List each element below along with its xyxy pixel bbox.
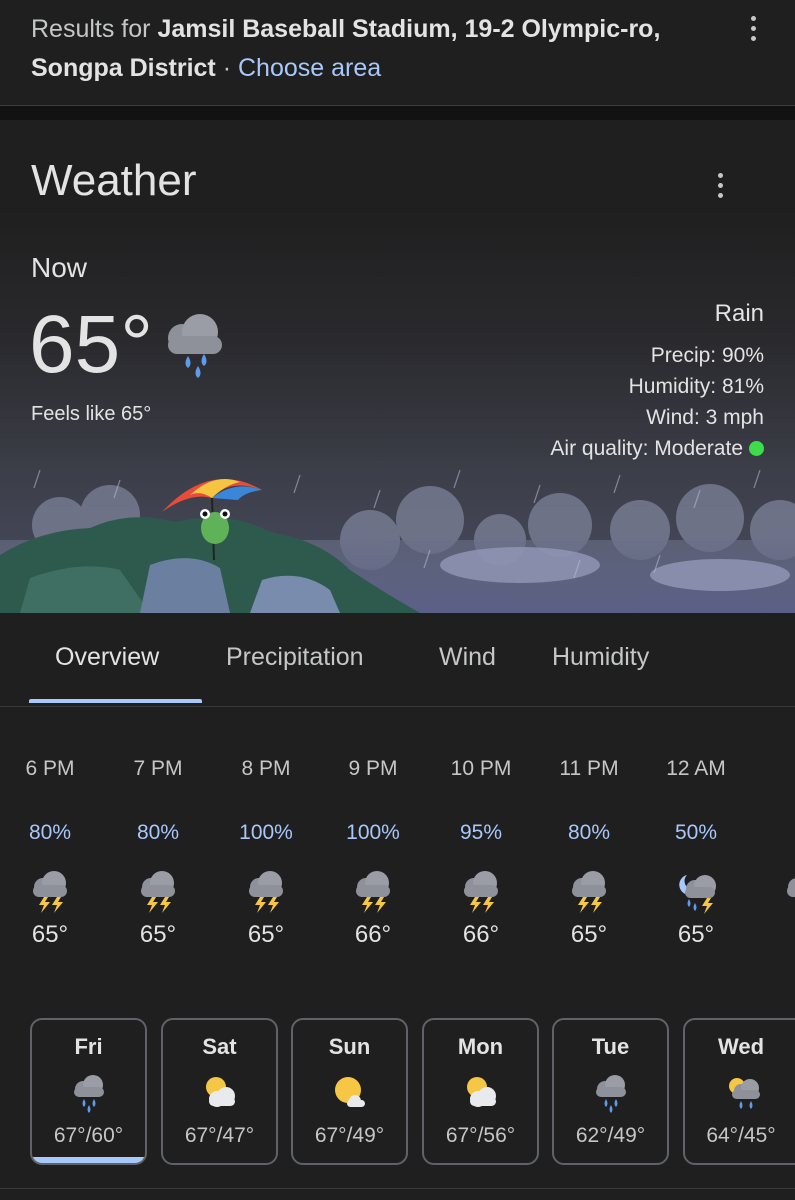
current-temperature: 65° (29, 299, 154, 390)
day-temp-range: 62°/49° (575, 1124, 646, 1147)
hourly-item: 12 AM 50% 65° (642, 757, 750, 949)
hour-time: 6 PM (25, 757, 75, 780)
rain-scene-illustration (0, 470, 795, 613)
hour-precip: 80% (567, 821, 611, 844)
day-name: Fri (74, 1034, 103, 1059)
results-separator: · (222, 54, 232, 82)
tab-overview[interactable]: Overview (55, 643, 159, 672)
results-prefix: Results for (31, 15, 151, 43)
partly-cloudy-icon (205, 1077, 235, 1107)
hourly-item: 6 PM 80% 65° (0, 757, 104, 949)
weather-title: Weather (31, 156, 197, 205)
hour-temp: 65° (247, 921, 285, 948)
thunderstorm-icon (249, 871, 283, 913)
hour-time: 9 PM (348, 757, 398, 780)
sun-rain-cloud-icon (729, 1078, 760, 1109)
rain-cloud-icon (595, 1075, 626, 1113)
hourly-item: 11 PM 80% 65° (535, 757, 643, 949)
weather-more-options-icon[interactable] (705, 165, 735, 205)
rain-cloud-icon (168, 314, 222, 378)
hour-precip: 100% (239, 821, 293, 844)
day-temp-range: 67°/56° (445, 1124, 516, 1147)
hourly-item: 8 PM 100% 65° (212, 757, 320, 949)
hourly-forecast[interactable]: 6 PM 80% 65° 7 PM 80% 65° 8 PM 100% 65° … (0, 757, 795, 1017)
day-card-sat[interactable]: Sat 67°/47° (161, 1018, 278, 1165)
hour-time: 11 PM (559, 757, 619, 780)
day-temp-range: 67°/60° (53, 1124, 124, 1147)
day-name: Tue (591, 1034, 630, 1059)
day-name: Sun (328, 1034, 371, 1059)
day-temp-range: 64°/45° (706, 1124, 776, 1147)
day-card-mon[interactable]: Mon 67°/56° (422, 1018, 539, 1165)
hour-temp: 66° (354, 921, 392, 948)
hour-precip: 50% (674, 821, 718, 844)
day-temp-range: 67°/49° (314, 1124, 385, 1147)
tab-precipitation[interactable]: Precipitation (226, 643, 364, 672)
hourly-item: 7 PM 80% 65° (104, 757, 212, 949)
hour-time: 7 PM (133, 757, 183, 780)
hour-time: 12 AM (666, 757, 726, 780)
day-card-fri[interactable]: Fri 67°/60° (30, 1018, 147, 1165)
thunderstorm-icon (464, 871, 498, 913)
hour-precip: 80% (136, 821, 180, 844)
hour-time: 1 (750, 757, 795, 787)
results-location-text: Results for Jamsil Baseball Stadium, 19-… (31, 10, 731, 88)
results-bar: Results for Jamsil Baseball Stadium, 19-… (0, 0, 795, 106)
thunderstorm-icon (787, 878, 795, 897)
day-temp-range: 67°/47° (184, 1124, 255, 1147)
weather-hero: Weather Now 65° Feels like 65° Rain Prec… (0, 120, 795, 613)
feels-like: Feels like 65° (31, 403, 152, 425)
air-quality-row[interactable]: Air quality: Moderate (550, 433, 764, 464)
hour-temp: 65° (677, 921, 715, 948)
results-more-options-icon[interactable] (738, 8, 768, 48)
conditions-panel: Rain Precip: 90% Humidity: 81% Wind: 3 m… (550, 300, 764, 464)
weather-card: Weather Now 65° Feels like 65° Rain Prec… (0, 120, 795, 1200)
day-name: Sat (202, 1034, 237, 1059)
hour-precip: 95% (459, 821, 503, 844)
air-quality-value: Air quality: Moderate (550, 437, 743, 460)
thunderstorm-icon (33, 871, 67, 913)
hour-time: 8 PM (241, 757, 291, 780)
hourly-item: 1 4 6 (750, 757, 795, 949)
selected-day-indicator (32, 1157, 145, 1163)
day-name: Wed (717, 1034, 765, 1059)
tab-wind[interactable]: Wind (439, 643, 496, 672)
hour-temp: 66° (462, 921, 500, 948)
now-label: Now (31, 252, 88, 283)
condition-label: Rain (714, 300, 764, 327)
hourly-item: 10 PM 95% 66° (427, 757, 535, 949)
hour-precip: 100% (346, 821, 400, 844)
mostly-sunny-icon (334, 1077, 365, 1107)
day-card-sun[interactable]: Sun 67°/49° (291, 1018, 408, 1165)
hour-precip: 4 (750, 821, 795, 851)
humidity-value: Humidity: 81% (628, 375, 764, 398)
night-rain-thunder-icon (679, 875, 716, 914)
hour-precip: 80% (28, 821, 72, 844)
hour-time: 10 PM (450, 757, 512, 780)
wind-value: Wind: 3 mph (646, 406, 764, 429)
bottom-divider (0, 1188, 795, 1189)
thunderstorm-icon (141, 871, 175, 913)
air-quality-dot-icon (749, 441, 764, 456)
hour-temp: 65° (31, 921, 69, 948)
partly-cloudy-icon (466, 1077, 496, 1107)
hour-temp: 65° (139, 921, 177, 948)
weather-tabs: Overview Precipitation Wind Humidity (0, 613, 795, 707)
day-card-wed[interactable]: Wed 64°/45° (683, 1018, 795, 1165)
hour-temp: 6 (750, 921, 795, 949)
hour-temp: 65° (570, 921, 608, 948)
day-name: Mon (457, 1034, 504, 1059)
choose-area-link[interactable]: Choose area (238, 54, 381, 82)
section-divider (0, 106, 795, 120)
hourly-item: 9 PM 100% 66° (319, 757, 427, 949)
active-tab-indicator (29, 699, 202, 703)
thunderstorm-icon (356, 871, 390, 913)
tab-humidity[interactable]: Humidity (552, 643, 649, 672)
precip-value: Precip: 90% (650, 344, 764, 367)
day-card-tue[interactable]: Tue 62°/49° (552, 1018, 669, 1165)
rain-cloud-icon (73, 1075, 104, 1113)
thunderstorm-icon (572, 871, 606, 913)
